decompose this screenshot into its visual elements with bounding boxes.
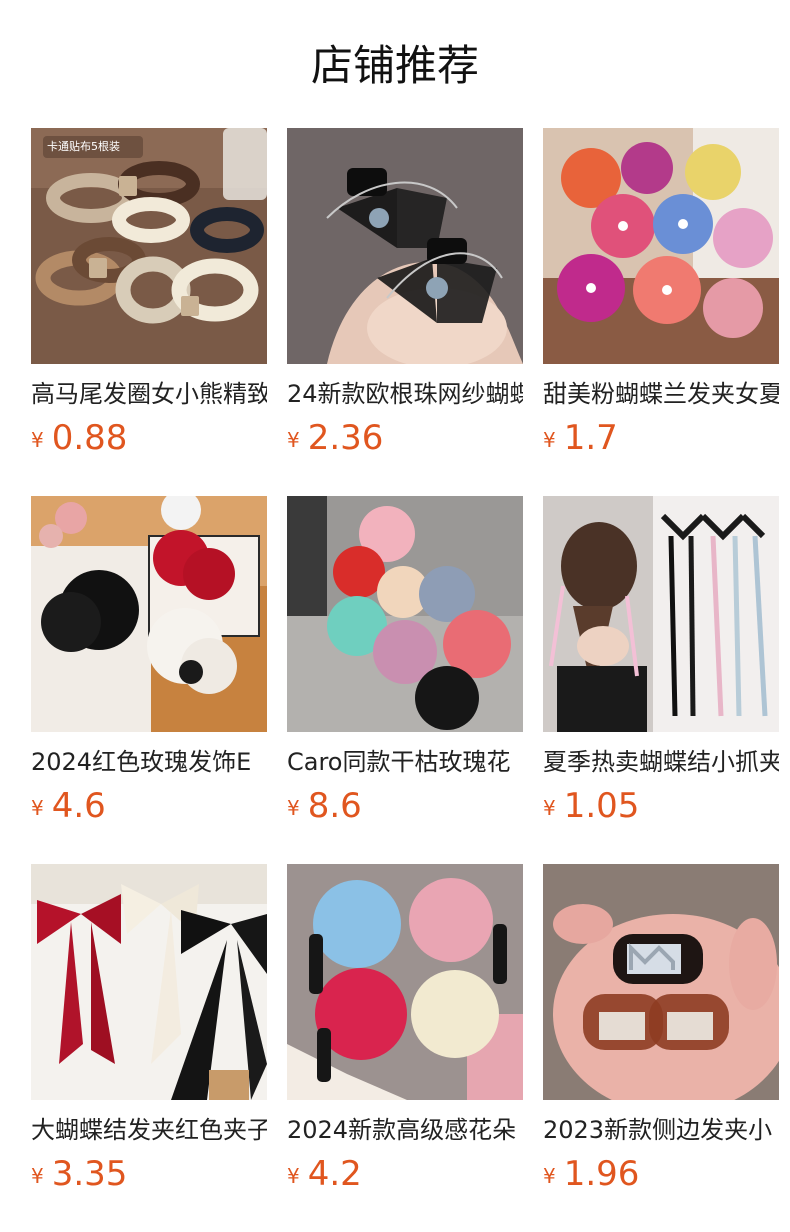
product-name: 高马尾发圈女小熊精致: [31, 380, 267, 408]
price-amount: 1.96: [563, 1154, 640, 1194]
product-card[interactable]: 2024新款高级感花朵 ¥4.2: [287, 864, 523, 1194]
product-name: 甜美粉蝴蝶兰发夹女夏: [543, 380, 779, 408]
currency-symbol: ¥: [543, 428, 556, 452]
currency-symbol: ¥: [287, 796, 300, 820]
product-image[interactable]: [31, 864, 267, 1100]
product-card[interactable]: 24新款欧根珠网纱蝴蝶 ¥2.36: [287, 128, 523, 458]
product-image[interactable]: [543, 864, 779, 1100]
product-image[interactable]: [287, 864, 523, 1100]
price-amount: 0.88: [51, 418, 128, 458]
currency-symbol: ¥: [31, 1164, 44, 1188]
product-image[interactable]: [287, 496, 523, 732]
price-amount: 4.2: [307, 1154, 362, 1194]
product-price: ¥1.05: [543, 786, 779, 826]
product-card[interactable]: 2024红色玫瑰发饰E ¥4.6: [31, 496, 267, 826]
product-price: ¥2.36: [287, 418, 523, 458]
currency-symbol: ¥: [543, 1164, 556, 1188]
price-amount: 1.7: [563, 418, 618, 458]
product-image[interactable]: [31, 496, 267, 732]
product-name: 2024红色玫瑰发饰E: [31, 748, 252, 776]
product-card[interactable]: 卡通贴布5根装 高马尾发圈女小熊精致 ¥0.88: [31, 128, 267, 458]
product-name: 24新款欧根珠网纱蝴蝶: [287, 380, 523, 408]
currency-symbol: ¥: [287, 428, 300, 452]
product-price: ¥8.6: [287, 786, 523, 826]
product-image[interactable]: [543, 496, 779, 732]
price-amount: 1.05: [563, 786, 640, 826]
currency-symbol: ¥: [31, 796, 44, 820]
product-price: ¥1.7: [543, 418, 779, 458]
price-amount: 4.6: [51, 786, 106, 826]
product-price: ¥4.6: [31, 786, 267, 826]
product-price: ¥4.2: [287, 1154, 523, 1194]
currency-symbol: ¥: [31, 428, 44, 452]
product-image[interactable]: [31, 128, 267, 364]
currency-symbol: ¥: [543, 796, 556, 820]
store-recommendation-page: 店铺推荐 卡通贴布5根装 高马尾发圈女小熊精致 ¥ 0.88 24新款欧根珠网纱…: [0, 0, 790, 1232]
product-name: 2024新款高级感花朵: [287, 1116, 517, 1144]
currency-symbol: ¥: [287, 1164, 300, 1188]
product-name: 2023新款侧边发夹小: [543, 1116, 773, 1144]
price-amount: 8.6: [307, 786, 362, 826]
page-title: 店铺推荐: [310, 41, 479, 90]
product-name: Caro同款干枯玫瑰花: [287, 748, 511, 776]
product-grid: 卡通贴布5根装 高马尾发圈女小熊精致 ¥0.88 24新款欧根珠网纱蝴蝶 ¥ 2…: [31, 128, 779, 1194]
product-image[interactable]: [287, 128, 523, 364]
product-name: 夏季热卖蝴蝶结小抓夹: [543, 748, 779, 776]
product-card[interactable]: 2023新款侧边发夹小 ¥1.96: [543, 864, 779, 1194]
product-badge: 卡通贴布5根装: [47, 140, 120, 153]
product-name: 大蝴蝶结发夹红色夹子: [31, 1116, 267, 1144]
product-price: ¥1.96: [543, 1154, 779, 1194]
product-image[interactable]: [543, 128, 779, 364]
product-card[interactable]: 大蝴蝶结发夹红色夹子 ¥3.35: [31, 864, 267, 1194]
product-price: ¥0.88: [31, 418, 267, 458]
price-amount: 2.36: [307, 418, 384, 458]
price-amount: 3.35: [51, 1154, 128, 1194]
product-card[interactable]: 甜美粉蝴蝶兰发夹女夏 ¥1.7: [543, 128, 779, 458]
product-card[interactable]: Caro同款干枯玫瑰花 ¥8.6: [287, 496, 523, 826]
product-card[interactable]: 夏季热卖蝴蝶结小抓夹 ¥1.05: [543, 496, 779, 826]
product-price: ¥3.35: [31, 1154, 267, 1194]
